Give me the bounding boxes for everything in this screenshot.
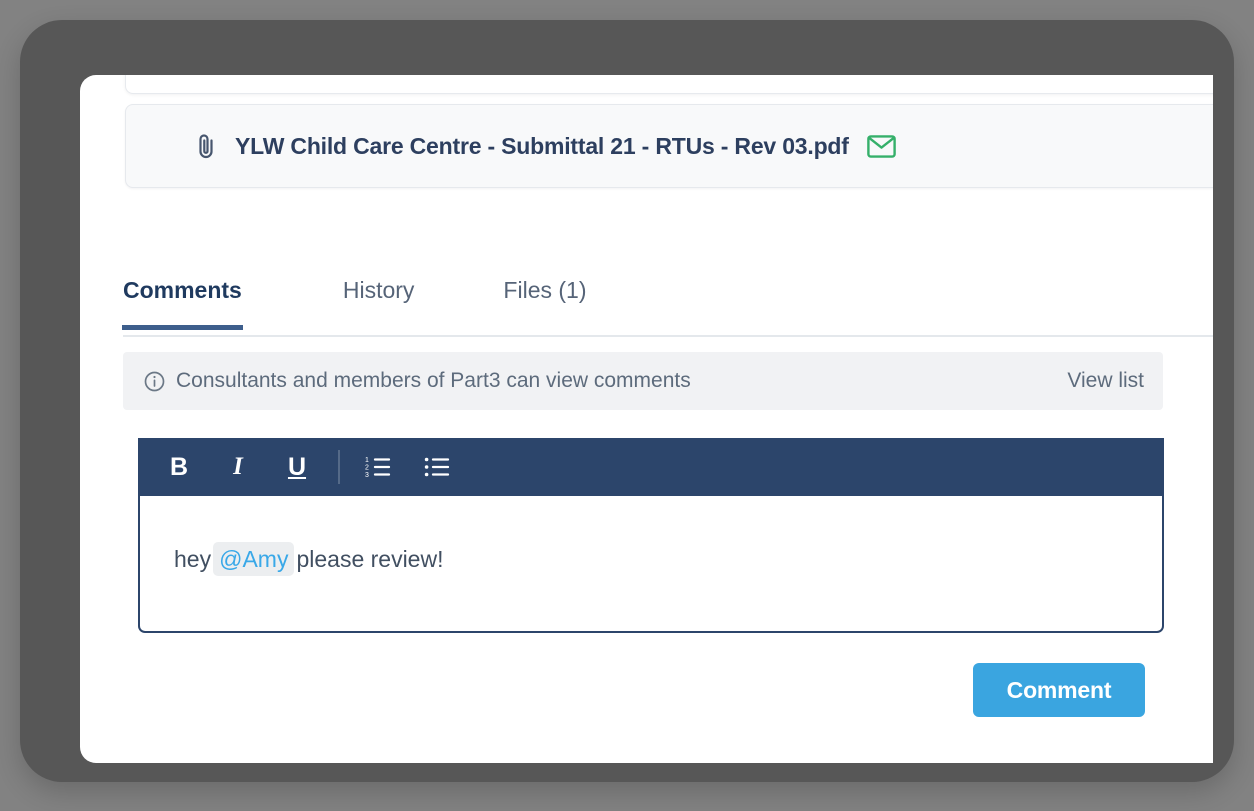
underline-button[interactable]: U: [277, 447, 317, 487]
mention-chip-amy[interactable]: @Amy: [213, 542, 295, 576]
app-panel: YLW Child Care Centre - Submittal 21 - R…: [80, 75, 1213, 763]
comment-submit-button[interactable]: Comment: [973, 663, 1145, 717]
italic-button[interactable]: I: [218, 447, 258, 487]
permissions-banner: Consultants and members of Part3 can vie…: [123, 352, 1163, 410]
view-list-link[interactable]: View list: [1067, 369, 1144, 393]
attachment-row[interactable]: YLW Child Care Centre - Submittal 21 - R…: [125, 104, 1213, 188]
bold-button[interactable]: B: [159, 447, 199, 487]
device-bezel: YLW Child Care Centre - Submittal 21 - R…: [20, 20, 1234, 782]
comment-text: hey @Amy please review!: [174, 542, 1162, 576]
tab-files[interactable]: Files (1): [503, 273, 586, 330]
editor-toolbar: B I U 1 2 3: [138, 438, 1164, 496]
svg-text:1: 1: [365, 457, 369, 464]
permissions-banner-text: Consultants and members of Part3 can vie…: [176, 369, 691, 392]
paperclip-icon: [194, 131, 218, 161]
tab-bar-divider: [123, 335, 1213, 337]
envelope-icon[interactable]: [867, 131, 897, 161]
tab-history[interactable]: History: [343, 273, 415, 330]
tab-history-label: History: [342, 277, 415, 303]
tab-files-label: Files (1): [503, 277, 587, 303]
ordered-list-icon[interactable]: 1 2 3: [358, 447, 398, 487]
info-circle-icon: [144, 371, 165, 392]
toolbar-divider: [338, 450, 340, 484]
comment-text-after: please review!: [296, 546, 444, 572]
bullet-list-icon[interactable]: [417, 447, 457, 487]
tab-comments[interactable]: Comments: [122, 273, 243, 330]
tab-bar: Comments History Files (1): [122, 273, 1213, 336]
tab-comments-label: Comments: [123, 277, 242, 303]
comment-input[interactable]: hey @Amy please review!: [138, 496, 1164, 633]
svg-text:3: 3: [365, 472, 369, 478]
clipped-card-above: [125, 75, 1213, 94]
attachment-filename: YLW Child Care Centre - Submittal 21 - R…: [235, 132, 849, 159]
comment-editor: B I U 1 2 3 hey @Amy please review!: [138, 438, 1164, 633]
comment-text-before: hey: [174, 546, 212, 572]
svg-text:2: 2: [365, 465, 369, 472]
